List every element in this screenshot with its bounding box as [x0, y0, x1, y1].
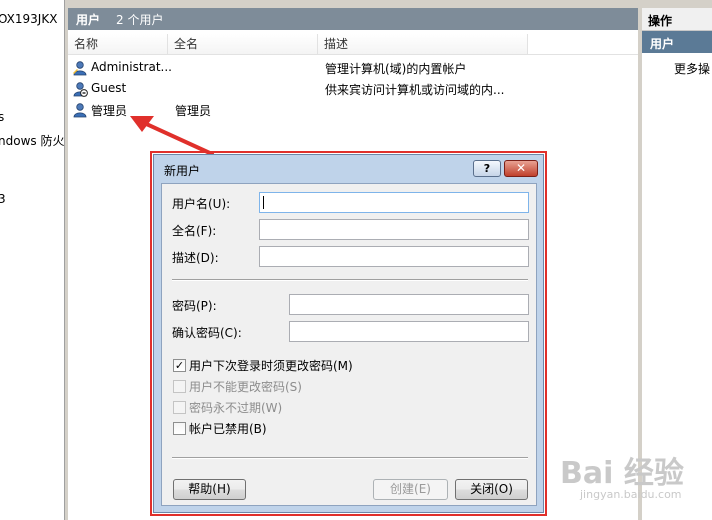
user-disabled-icon	[73, 82, 88, 97]
close-icon[interactable]: ✕	[504, 160, 538, 177]
more-actions-link[interactable]: 更多操	[674, 60, 710, 77]
text-caret	[263, 196, 264, 209]
watermark-url: jingyan.baidu.com	[580, 488, 682, 501]
actions-section-label: 用户	[650, 37, 675, 51]
row-name: Guest	[91, 81, 127, 95]
checkbox-label: 用户下次登录时须更改密码(M)	[189, 359, 353, 373]
checkbox-label: 密码永不过期(W)	[189, 401, 283, 415]
user-icon	[73, 61, 87, 76]
user-icon	[73, 103, 87, 118]
new-user-dialog: 新用户 ? ✕ 用户名(U): 全名(F): 描述(D): 密码(P): 确认密…	[153, 154, 544, 513]
column-header-description[interactable]: 描述	[318, 34, 528, 54]
console-tree-pane: OX193JKX s ndows 防火 3	[0, 0, 65, 520]
username-field[interactable]	[259, 192, 529, 213]
row-name: 管理员	[91, 104, 128, 118]
separator	[172, 457, 528, 459]
password-label: 密码(P):	[172, 299, 217, 313]
tree-item-partial-2[interactable]: 3	[0, 192, 6, 206]
actions-pane: 操作 用户 更多操	[642, 0, 712, 520]
actions-title: 操作	[642, 8, 712, 31]
description-field[interactable]	[259, 246, 529, 267]
checkbox-never-expires[interactable]	[173, 401, 186, 414]
actions-section-users[interactable]: 用户	[642, 31, 712, 53]
table-row[interactable]: Guest 供来宾访问计算机或访问域的内...	[72, 79, 632, 99]
actions-title-label: 操作	[648, 14, 673, 28]
column-header-divider	[68, 54, 638, 55]
fullname-label: 全名(F):	[172, 224, 217, 238]
checkbox-label: 帐户已禁用(B)	[189, 422, 267, 436]
dialog-title: 新用户	[164, 164, 201, 178]
row-description: 管理计算机(域)的内置帐户	[325, 62, 467, 76]
column-header-name[interactable]: 名称	[68, 34, 168, 54]
header-title: 用户	[76, 13, 101, 27]
help-icon[interactable]: ?	[473, 160, 501, 177]
dialog-body: 用户名(U): 全名(F): 描述(D): 密码(P): 确认密码(C): ✓ …	[161, 183, 537, 506]
users-header-bar: 用户 2 个用户	[68, 8, 638, 30]
checkbox-label: 用户不能更改密码(S)	[189, 380, 302, 394]
help-button[interactable]: 帮助(H)	[173, 479, 246, 500]
watermark-logo: Bai 经验	[560, 456, 684, 491]
checkbox-must-change-password[interactable]: ✓	[173, 359, 186, 372]
username-label: 用户名(U):	[172, 197, 231, 211]
tree-item-partial-1[interactable]: s	[0, 110, 4, 124]
tree-item-computer[interactable]: OX193JKX	[0, 12, 57, 26]
close-button[interactable]: 关闭(O)	[455, 479, 528, 500]
create-button[interactable]: 创建(E)	[373, 479, 448, 500]
description-label: 描述(D):	[172, 251, 219, 265]
column-header-fullname[interactable]: 全名	[168, 34, 318, 54]
table-row[interactable]: Administrat... 管理计算机(域)的内置帐户	[72, 58, 632, 78]
checkbox-account-disabled[interactable]	[173, 422, 186, 435]
pane-top-strip	[642, 0, 712, 8]
pane-top-strip	[68, 0, 638, 8]
checkbox-cannot-change-password[interactable]	[173, 380, 186, 393]
separator	[172, 279, 528, 281]
header-user-count: 2 个用户	[116, 13, 164, 27]
row-description: 供来宾访问计算机或访问域的内...	[325, 83, 505, 97]
fullname-field[interactable]	[259, 219, 529, 240]
confirm-password-field[interactable]	[289, 321, 529, 342]
confirm-password-label: 确认密码(C):	[172, 326, 242, 340]
row-name: Administrat...	[91, 60, 172, 74]
tree-item-windows-firewall[interactable]: ndows 防火	[0, 132, 64, 149]
password-field[interactable]	[289, 294, 529, 315]
